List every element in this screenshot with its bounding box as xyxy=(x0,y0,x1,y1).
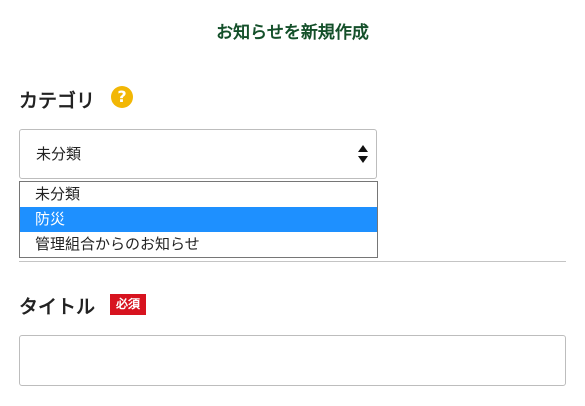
title-label: タイトル xyxy=(19,296,96,318)
category-option[interactable]: 未分類 xyxy=(20,182,377,207)
category-option[interactable]: 管理組合からのお知らせ xyxy=(20,232,377,257)
required-badge: 必須 xyxy=(110,294,147,315)
category-select[interactable]: 未分類 xyxy=(19,129,377,179)
page-title: お知らせを新規作成 xyxy=(216,23,369,43)
category-option[interactable]: 防災 xyxy=(20,207,377,232)
select-arrows-icon xyxy=(358,145,368,163)
category-label: カテゴリ xyxy=(19,90,96,112)
section-divider xyxy=(19,261,566,262)
title-input[interactable] xyxy=(19,335,566,386)
help-icon[interactable]: ? xyxy=(111,86,133,108)
category-select-value: 未分類 xyxy=(36,145,82,163)
category-dropdown-list: 未分類 防災 管理組合からのお知らせ xyxy=(19,181,378,258)
